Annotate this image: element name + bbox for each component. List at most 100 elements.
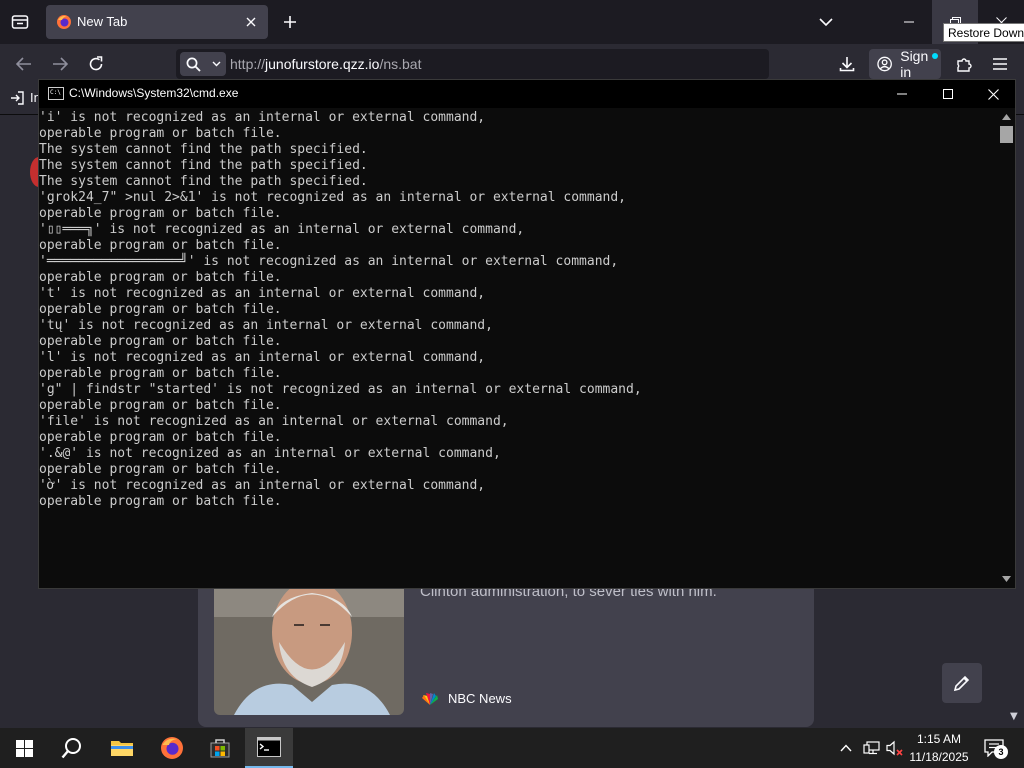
cmd-output-area[interactable]: 'i' is not recognized as an internal or … <box>39 110 997 588</box>
chevron-up-icon <box>840 744 852 752</box>
download-icon <box>839 57 855 72</box>
cmd-maximize-button[interactable] <box>925 80 971 108</box>
cmd-scroll-down-button[interactable] <box>1000 574 1012 584</box>
search-engine-selector[interactable] <box>180 52 226 76</box>
cmd-output-line: operable program or batch file. <box>39 334 282 349</box>
cmd-output-line: operable program or batch file. <box>39 430 282 445</box>
app-menu-button[interactable] <box>987 52 1013 76</box>
customize-button[interactable] <box>942 663 982 703</box>
url-host: junofurstore.qzz.io <box>265 56 380 72</box>
url-text[interactable]: http://junofurstore.qzz.io/ns.bat <box>230 56 421 72</box>
clock-time: 1:15 AM <box>916 732 962 746</box>
import-icon <box>11 90 24 105</box>
network-icon <box>863 741 880 755</box>
cmd-output-line: 't' is not recognized as an internal or … <box>39 286 486 301</box>
browser-minimize-button[interactable] <box>886 0 932 44</box>
back-arrow-icon <box>16 57 31 71</box>
cmd-output-line: 'tų' is not recognized as an internal or… <box>39 318 493 333</box>
cmd-output-line: operable program or batch file. <box>39 494 282 509</box>
chevron-down-icon <box>1001 576 1011 582</box>
taskbar-file-explorer[interactable] <box>98 728 146 768</box>
store-icon <box>210 739 230 758</box>
cmd-close-button[interactable] <box>970 80 1016 108</box>
cmd-output-line: operable program or batch file. <box>39 270 282 285</box>
cmd-output-line: 'file' is not recognized as an internal … <box>39 414 509 429</box>
maximize-icon <box>943 89 953 99</box>
cmd-minimize-button[interactable] <box>879 80 925 108</box>
clock-date: 11/18/2025 <box>909 750 969 764</box>
minimize-icon <box>897 93 907 95</box>
taskbar-firefox[interactable] <box>148 728 196 768</box>
cmd-output-line: '═════════════════╝' is not recognized a… <box>39 254 619 269</box>
network-tray-button[interactable] <box>860 728 884 768</box>
taskbar-store[interactable] <box>196 728 244 768</box>
tab-list-button[interactable] <box>6 10 34 34</box>
cmd-output-line: operable program or batch file. <box>39 238 282 253</box>
notification-dot <box>932 53 938 59</box>
folder-icon <box>111 741 133 756</box>
account-icon <box>877 56 892 72</box>
windows-taskbar: 1:15 AM 11/18/2025 3 <box>0 728 1024 768</box>
downloads-button[interactable] <box>834 52 860 76</box>
cmd-scrollbar[interactable] <box>998 110 1015 588</box>
address-bar[interactable]: http://junofurstore.qzz.io/ns.bat <box>176 49 769 79</box>
notification-count-badge: 3 <box>994 745 1008 759</box>
hamburger-icon <box>993 58 1007 70</box>
chevron-down-icon <box>212 61 220 67</box>
cmd-output-line: '.&@' is not recognized as an internal o… <box>39 446 501 461</box>
list-all-tabs-button[interactable] <box>814 10 838 34</box>
minimize-icon <box>904 21 914 23</box>
cmd-output-line: operable program or batch file. <box>39 366 282 381</box>
cmd-output-line: The system cannot find the path specifie… <box>39 158 368 173</box>
show-hidden-icons-button[interactable] <box>836 728 856 768</box>
reload-button[interactable] <box>83 52 109 76</box>
restore-down-tooltip: Restore Down <box>943 23 1024 42</box>
import-bookmarks-button[interactable]: In <box>10 90 41 105</box>
pencil-icon <box>953 675 970 692</box>
cmd-window-title: C:\Windows\System32\cmd.exe <box>69 86 239 100</box>
cmd-output-line: operable program or batch file. <box>39 126 282 141</box>
firefox-icon <box>57 15 71 29</box>
browser-navigation-bar: http://junofurstore.qzz.io/ns.bat Sign i… <box>0 44 1024 84</box>
extensions-button[interactable] <box>951 52 977 76</box>
news-source: NBC News <box>420 691 512 706</box>
puzzle-icon <box>956 57 972 72</box>
nbc-peacock-icon <box>422 692 438 705</box>
sign-in-button[interactable]: Sign in <box>869 48 941 80</box>
cmd-output-line: operable program or batch file. <box>39 206 282 221</box>
forward-button[interactable] <box>47 52 73 76</box>
start-button[interactable] <box>0 728 48 768</box>
forward-arrow-icon <box>53 57 68 71</box>
chevron-down-icon <box>819 17 833 26</box>
taskbar-search-button[interactable] <box>48 728 96 768</box>
cmd-output-line: 'grok24_7" >nul 2>&1' is not recognized … <box>39 190 626 205</box>
news-story-card[interactable]: Clinton administration, to sever ties wi… <box>198 577 814 727</box>
page-scroll-down-arrow[interactable]: ▼ <box>1010 711 1022 723</box>
taskbar-clock[interactable]: 1:15 AM 11/18/2025 <box>900 730 978 766</box>
cmd-window[interactable]: C:\ C:\Windows\System32\cmd.exe 'i' is n… <box>38 79 1016 589</box>
cmd-icon: C:\ <box>48 87 64 100</box>
taskbar-cmd[interactable] <box>245 728 293 768</box>
reload-icon <box>89 56 103 71</box>
cmd-scroll-up-button[interactable] <box>1000 112 1012 122</box>
cmd-output-line: 'g" | findstr "started' is not recognize… <box>39 382 642 397</box>
close-icon <box>987 88 999 100</box>
cmd-scroll-thumb[interactable] <box>1000 126 1013 143</box>
cmd-output-line: The system cannot find the path specifie… <box>39 174 368 189</box>
cmd-output-line: operable program or batch file. <box>39 462 282 477</box>
cmd-title-bar[interactable]: C:\ C:\Windows\System32\cmd.exe <box>39 80 1015 108</box>
cmd-output-line: operable program or batch file. <box>39 302 282 317</box>
new-tab-button[interactable] <box>278 10 302 34</box>
search-icon <box>186 57 201 72</box>
browser-tab-bar: New Tab <box>0 0 1024 44</box>
cmd-output-line: operable program or batch file. <box>39 398 282 413</box>
cmd-output-line: 'ờ' is not recognized as an internal or … <box>39 478 486 493</box>
cmd-output-line: 'l' is not recognized as an internal or … <box>39 350 486 365</box>
tab-close-button[interactable] <box>242 13 260 31</box>
tab-new-tab[interactable]: New Tab <box>46 5 268 39</box>
tab-title: New Tab <box>77 14 128 29</box>
cmd-output-line: '▯▯═══╗' is not recognized as an interna… <box>39 222 525 237</box>
plus-icon <box>284 16 296 28</box>
url-path: /ns.bat <box>379 56 422 72</box>
back-button[interactable] <box>11 52 37 76</box>
